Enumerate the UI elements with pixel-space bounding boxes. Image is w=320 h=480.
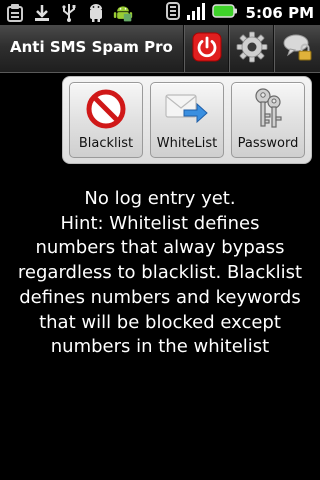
download-icon[interactable] bbox=[32, 2, 52, 23]
blacklist-label: Blacklist bbox=[78, 136, 134, 151]
sms-notification-icon[interactable] bbox=[5, 2, 25, 23]
empty-log-message: No log entry yet. Hint: Whitelist define… bbox=[0, 187, 320, 360]
action-bar: Anti SMS Spam Pro bbox=[0, 25, 320, 73]
status-time: 5:06 PM bbox=[245, 3, 314, 22]
message-line: No log entry yet. bbox=[84, 188, 236, 209]
gear-icon bbox=[236, 31, 268, 67]
whitelist-label: WhiteList bbox=[156, 136, 218, 151]
message-line: that will be blocked except bbox=[39, 311, 281, 333]
envelope-arrow-icon bbox=[164, 89, 210, 133]
button-panel: Blacklist WhiteList Password bbox=[62, 76, 312, 164]
status-bar: 5:06 PM bbox=[0, 0, 320, 25]
whitelist-button[interactable]: WhiteList bbox=[150, 82, 224, 158]
no-entry-icon bbox=[86, 89, 126, 133]
lock-message-icon bbox=[282, 31, 314, 67]
power-button[interactable] bbox=[183, 25, 229, 72]
android-notification-icon[interactable] bbox=[86, 2, 106, 23]
password-button[interactable]: Password bbox=[231, 82, 305, 158]
keys-icon bbox=[248, 86, 288, 136]
power-icon bbox=[192, 32, 222, 66]
android-bugdroid-icon[interactable] bbox=[113, 2, 133, 23]
message-line: numbers in the whitelist bbox=[50, 336, 270, 358]
password-label: Password bbox=[237, 136, 299, 151]
wifi-icon bbox=[164, 1, 182, 25]
app-title: Anti SMS Spam Pro bbox=[10, 38, 173, 56]
usb-icon[interactable] bbox=[59, 2, 79, 23]
message-line: numbers that alway bypass bbox=[35, 237, 285, 259]
battery-icon bbox=[211, 1, 238, 25]
lock-message-button[interactable] bbox=[273, 25, 320, 72]
signal-icon bbox=[186, 1, 208, 25]
message-line: regardless to blacklist. Blacklist bbox=[17, 262, 303, 284]
blacklist-button[interactable]: Blacklist bbox=[69, 82, 143, 158]
message-line: defines numbers and keywords bbox=[19, 286, 301, 308]
settings-button[interactable] bbox=[228, 25, 274, 72]
message-line: Hint: Whitelist defines bbox=[60, 212, 260, 234]
